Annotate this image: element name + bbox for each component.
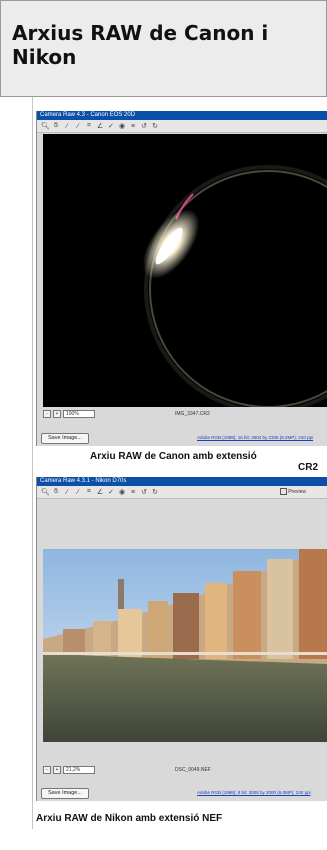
workflow-options-link[interactable]: Adobe RGB (1998); 16 bit; 3504 by 2336 (… — [197, 435, 313, 440]
save-image-button[interactable]: Save Image... — [41, 788, 89, 799]
preview-label: Preview — [288, 488, 306, 495]
hand-icon[interactable]: ✋︎ — [52, 488, 60, 496]
river-houses-image — [43, 549, 327, 742]
workflow-options-link[interactable]: Adobe RGB (1998); 8 bit; 3008 by 2000 (6… — [197, 790, 311, 795]
crop-icon[interactable]: ⌗ — [85, 488, 93, 496]
red-eye-icon[interactable]: ◉ — [118, 488, 126, 496]
preferences-icon[interactable]: ≡ — [129, 489, 137, 496]
toolbar: 🔍︎ ✋︎ ∕ ∕ ⌗ ∠ ✓ ◉ ≡ ↺ ↻ Preview — [37, 486, 327, 499]
white-balance-icon[interactable]: ∕ — [63, 123, 71, 130]
color-sampler-icon[interactable]: ∕ — [74, 489, 82, 496]
straighten-icon[interactable]: ∠ — [96, 122, 104, 130]
white-balance-icon[interactable]: ∕ — [63, 489, 71, 496]
preferences-icon[interactable]: ≡ — [129, 123, 137, 130]
page-title: Arxius RAW de Canon i Nikon — [12, 21, 269, 69]
image-preview — [43, 134, 327, 407]
hand-icon[interactable]: ✋︎ — [52, 122, 60, 130]
filename-label: IMG_3347.CR2 — [175, 411, 210, 417]
divider-line — [32, 97, 33, 829]
canon-camera-raw-window: Camera Raw 4.3 - Canon EOS 20D 🔍︎ ✋︎ ∕ ∕… — [36, 111, 327, 446]
zoom-icon[interactable]: 🔍︎ — [41, 488, 50, 496]
preview-checkbox[interactable]: Preview — [280, 488, 306, 495]
save-image-button[interactable]: Save Image... — [41, 433, 89, 444]
image-preview — [43, 549, 327, 742]
rotate-left-icon[interactable]: ↺ — [140, 488, 148, 496]
rotate-left-icon[interactable]: ↺ — [140, 122, 148, 130]
eclipse-image — [43, 134, 327, 407]
checkbox-icon — [280, 488, 288, 495]
canon-caption-line2: CR2 — [298, 462, 319, 473]
filename-label: DSC_0049.NEF — [175, 767, 211, 773]
zoom-select[interactable]: 21,2% — [63, 766, 95, 774]
crop-icon[interactable]: ⌗ — [85, 122, 93, 130]
nikon-camera-raw-window: Camera Raw 4.3.1 - Nikon D70s 🔍︎ ✋︎ ∕ ∕ … — [36, 477, 327, 801]
zoom-icon[interactable]: 🔍︎ — [41, 122, 50, 130]
zoom-in-button[interactable]: + — [53, 410, 61, 418]
canon-caption-line1: Arxiu RAW de Canon amb extensió — [90, 451, 257, 462]
window-titlebar: Camera Raw 4.3.1 - Nikon D70s — [37, 477, 327, 486]
rotate-right-icon[interactable]: ↻ — [151, 122, 159, 130]
zoom-out-button[interactable]: - — [43, 766, 51, 774]
zoom-out-button[interactable]: - — [43, 410, 51, 418]
zoom-in-button[interactable]: + — [53, 766, 61, 774]
window-titlebar: Camera Raw 4.3 - Canon EOS 20D — [37, 111, 327, 120]
zoom-select[interactable]: 100% — [63, 410, 95, 418]
retouch-icon[interactable]: ✓ — [107, 122, 115, 130]
rotate-right-icon[interactable]: ↻ — [151, 488, 159, 496]
retouch-icon[interactable]: ✓ — [107, 488, 115, 496]
nikon-caption: Arxiu RAW de Nikon amb extensió NEF — [36, 813, 223, 824]
color-sampler-icon[interactable]: ∕ — [74, 123, 82, 130]
toolbar: 🔍︎ ✋︎ ∕ ∕ ⌗ ∠ ✓ ◉ ≡ ↺ ↻ — [37, 120, 327, 133]
straighten-icon[interactable]: ∠ — [96, 488, 104, 496]
red-eye-icon[interactable]: ◉ — [118, 122, 126, 130]
page-header: Arxius RAW de Canon i Nikon — [0, 0, 327, 97]
